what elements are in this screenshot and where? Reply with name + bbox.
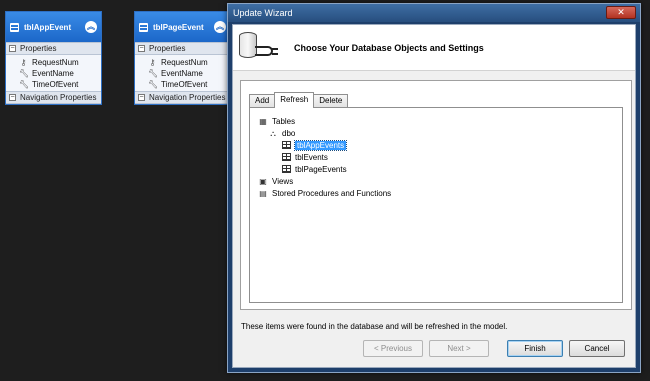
entity-tblpageevent[interactable]: tblPageEvent ︽ − Properties ⚷ RequestNum…	[134, 11, 231, 105]
properties-section[interactable]: − Properties	[135, 42, 230, 55]
key-icon: ⚷	[20, 58, 27, 67]
navigation-properties-section[interactable]: − Navigation Properties	[6, 91, 101, 104]
entity-title: tblPageEvent	[153, 22, 204, 32]
table-icon	[282, 153, 291, 161]
next-button[interactable]: Next >	[429, 340, 489, 357]
navigation-properties-section[interactable]: − Navigation Properties	[135, 91, 230, 104]
property-item[interactable]: 🔧︎ EventName	[6, 68, 101, 79]
tree-node-tables[interactable]: ▦ Tables	[258, 115, 391, 127]
entity-header[interactable]: tblPageEvent ︽	[135, 12, 230, 42]
tab-delete[interactable]: Delete	[313, 94, 349, 108]
property-item[interactable]: 🔧︎ EventName	[135, 68, 230, 79]
key-icon: ⚷	[149, 58, 156, 67]
tab-strip: Add Refresh Delete	[249, 92, 349, 108]
tree-node-table[interactable]: tblPageEvents	[258, 163, 391, 175]
views-folder-icon: ▣	[259, 176, 267, 186]
previous-button[interactable]: < Previous	[363, 340, 423, 357]
table-icon	[282, 165, 291, 173]
entity-title: tblAppEvent	[24, 22, 72, 32]
selected-table-label: tblAppEvents	[293, 139, 348, 151]
database-plug-icon	[239, 30, 279, 66]
close-button[interactable]: ✕	[606, 6, 636, 19]
wrench-icon: 🔧︎	[19, 69, 30, 78]
property-item[interactable]: ⚷ RequestNum	[135, 57, 230, 68]
tree-node-views[interactable]: ▣ Views	[258, 175, 391, 187]
property-item[interactable]: 🔧︎ TimeOfEvent	[6, 79, 101, 90]
property-item[interactable]: 🔧︎ TimeOfEvent	[135, 79, 230, 90]
minus-icon[interactable]: −	[138, 94, 145, 101]
entity-tblappevent[interactable]: tblAppEvent ︽ − Properties ⚷ RequestNum …	[5, 11, 102, 105]
tree-node-dbo[interactable]: ⛬ dbo	[258, 127, 391, 139]
finish-button[interactable]: Finish	[507, 340, 563, 357]
database-objects-tree[interactable]: ▦ Tables ⛬ dbo tblAppEvents tblEvents tb…	[258, 115, 391, 199]
button-row: < Previous Next > Finish Cancel	[357, 340, 625, 357]
procedures-folder-icon: ▤	[259, 188, 267, 198]
dialog-titlebar[interactable]: Update Wizard ✕	[228, 4, 640, 22]
collapse-icon[interactable]: ︽	[214, 21, 226, 33]
dialog-title: Update Wizard	[233, 8, 293, 18]
wrench-icon: 🔧︎	[148, 80, 159, 89]
minus-icon[interactable]: −	[9, 45, 16, 52]
entity-icon	[10, 22, 19, 32]
tree-node-table[interactable]: tblEvents	[258, 151, 391, 163]
wrench-icon: 🔧︎	[148, 69, 159, 78]
minus-icon[interactable]: −	[138, 45, 145, 52]
info-message: These items were found in the database a…	[241, 322, 508, 331]
property-list: ⚷ RequestNum 🔧︎ EventName 🔧︎ TimeOfEvent	[6, 55, 101, 91]
wrench-icon: 🔧︎	[19, 80, 30, 89]
tab-panel-refresh: ▦ Tables ⛬ dbo tblAppEvents tblEvents tb…	[249, 107, 623, 303]
tables-folder-icon: ▦	[259, 116, 267, 126]
collapse-icon[interactable]: ︽	[85, 21, 97, 33]
entity-header[interactable]: tblAppEvent ︽	[6, 12, 101, 42]
wizard-header-title: Choose Your Database Objects and Setting…	[294, 42, 484, 53]
tree-node-table[interactable]: tblAppEvents	[258, 139, 391, 151]
properties-section[interactable]: − Properties	[6, 42, 101, 55]
wizard-header: Choose Your Database Objects and Setting…	[233, 25, 635, 71]
tree-node-stored-procedures[interactable]: ▤ Stored Procedures and Functions	[258, 187, 391, 199]
property-list: ⚷ RequestNum 🔧︎ EventName 🔧︎ TimeOfEvent	[135, 55, 230, 91]
cancel-button[interactable]: Cancel	[569, 340, 625, 357]
tab-refresh[interactable]: Refresh	[274, 92, 315, 108]
content-pane: Add Refresh Delete ▦ Tables ⛬ dbo tblApp…	[240, 80, 632, 310]
tab-add[interactable]: Add	[249, 94, 276, 108]
minus-icon[interactable]: −	[9, 94, 16, 101]
schema-icon: ⛬	[270, 128, 276, 138]
entity-icon	[139, 22, 148, 32]
update-wizard-dialog: Update Wizard ✕ Choose Your Database Obj…	[227, 3, 641, 373]
dialog-body: Choose Your Database Objects and Setting…	[232, 24, 636, 368]
property-item[interactable]: ⚷ RequestNum	[6, 57, 101, 68]
table-icon	[282, 141, 291, 149]
